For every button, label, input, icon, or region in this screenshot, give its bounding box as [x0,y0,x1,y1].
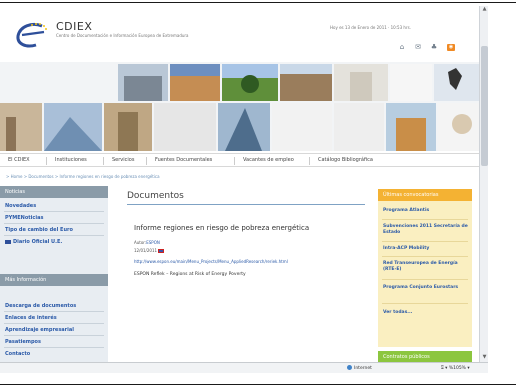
home-icon[interactable]: ⌂ [398,44,406,51]
divider [382,256,468,257]
divider [4,311,104,312]
convocatorias-heading-label: Últimas convocatorias [383,192,439,198]
document-author: Autor:ESPON [134,240,160,245]
author-value: ESPON [146,240,160,245]
sidebar-item-contacto[interactable]: Contacto [5,351,30,357]
document-link[interactable]: http://www.espon.eu/main/Menu_Projects/M… [134,259,288,264]
globe-icon [347,365,352,370]
browser-status-bar: Internet ⍂ ▾ %105% ▾ [0,362,488,373]
nav-item-catalogo-bibliografica[interactable]: Catálogo Bibliográfica [318,157,373,163]
nav-item-vacantes-de-empleo[interactable]: Vacantes de empleo [243,157,294,163]
convocatorias-panel: Últimas convocatorias Programa Atlantis … [378,189,472,347]
divider [4,223,104,224]
divider [4,323,104,324]
convocatoria-item[interactable]: Red Transeuropea de Energía (RTE-E) [383,261,469,273]
divider [4,347,104,348]
divider [382,219,468,220]
sitemap-icon[interactable]: ♣ [430,44,438,51]
divider [382,279,468,280]
contratos-publicos-heading[interactable]: Contratos públicos [378,351,472,362]
divider [382,303,468,304]
convocatoria-item[interactable]: Subvenciones 2011 Secretaría de Estado [383,224,469,236]
ver-todas-link[interactable]: Ver todas... [383,310,469,316]
header-photo-strip [0,62,479,151]
document-date: 12/01/2011 [134,248,165,253]
sidebar-item-diario-oficial[interactable]: Diario Oficial U.E. [5,239,62,245]
nav-item-instituciones[interactable]: Instituciones [55,157,87,163]
nav-separator [234,157,235,165]
divider [382,241,468,242]
breadcrumb[interactable]: > Home > Documentos > Informe regiones e… [6,174,160,179]
sidebar-item-pasatiempos[interactable]: Pasatiempos [5,339,41,345]
author-label: Autor: [134,240,147,245]
rss-icon[interactable]: ◉ [447,44,455,51]
date-value: 12/01/2011 [134,248,158,253]
sidebar-item-label: Diario Oficial U.E. [13,239,63,245]
mail-icon[interactable]: ✉ [414,44,422,51]
sidebar-item-novedades[interactable]: Novedades [5,203,36,209]
uk-flag-icon [158,249,165,253]
title-underline [127,204,365,205]
sidebar-item-pymenoticias[interactable]: PYMENoticias [5,215,43,221]
sidebar-heading-noticias: Noticias [0,186,108,198]
zoom-control[interactable]: ⍂ ▾ %105% ▾ [441,365,470,371]
sidebar-item-aprendizaje[interactable]: Aprendizaje empresarial [5,327,74,333]
convocatoria-item[interactable]: Intra-ACP Mobility [383,246,469,252]
divider [4,211,104,212]
eu-flag-icon [5,239,11,244]
convocatoria-item[interactable]: Programa Conjunto Eurostars [383,285,469,291]
main-navigation: El CDIEX Instituciones Servicios Fuentes… [0,153,479,167]
security-zone: Internet [347,365,372,371]
brand-name: CDIEX [56,20,93,33]
sidebar-heading-mas-informacion: Más Información [0,274,108,286]
nav-separator [46,157,47,165]
cdiex-logo-icon [16,22,47,48]
screenshot-frame: CDIEX Centro de Documentación e Informac… [0,0,516,387]
divider [4,335,104,336]
document-title: Informe regiones en riesgo de pobreza en… [134,224,310,232]
sidebar-heading-label: Noticias [5,189,25,195]
vertical-scrollbar[interactable]: ▲ ▼ [479,6,488,362]
sidebar-item-descarga[interactable]: Descarga de documentos [5,303,76,309]
sidebar: Noticias Novedades PYMENoticias Tipo de … [0,186,108,362]
scroll-down-arrow-icon[interactable]: ▼ [481,354,488,361]
nav-separator [146,157,147,165]
browser-viewport: CDIEX Centro de Documentación e Informac… [0,6,479,362]
page-title: Documentos [127,191,184,201]
bottom-border [0,384,516,385]
sidebar-item-enlaces[interactable]: Enlaces de interés [5,315,57,321]
contratos-publicos-label: Contratos públicos [383,353,430,360]
top-border [0,2,516,3]
nav-separator [309,157,310,165]
brand-subtitle: Centro de Documentación e Información Eu… [56,33,189,38]
document-description: ESPON Reflek – Regions at Risk of Energy… [134,272,246,277]
convocatorias-heading: Últimas convocatorias [378,189,472,201]
divider [4,235,104,236]
nav-item-servicios[interactable]: Servicios [112,157,134,163]
nav-item-el-cdiex[interactable]: El CDIEX [8,157,30,163]
convocatoria-item[interactable]: Programa Atlantis [383,208,469,214]
nav-item-fuentes-documentales[interactable]: Fuentes Documentales [155,157,212,163]
sidebar-heading-label: Más Información [5,277,47,283]
scroll-up-arrow-icon[interactable]: ▲ [481,6,488,13]
scrollbar-thumb[interactable] [481,46,488,166]
date-line: Hoy es 13 de Enero de 2011 · 10:53 hrs. [330,25,411,30]
nav-separator [103,157,104,165]
security-zone-label: Internet [354,366,372,371]
sidebar-item-tipo-de-cambio[interactable]: Tipo de cambio del Euro [5,227,73,233]
